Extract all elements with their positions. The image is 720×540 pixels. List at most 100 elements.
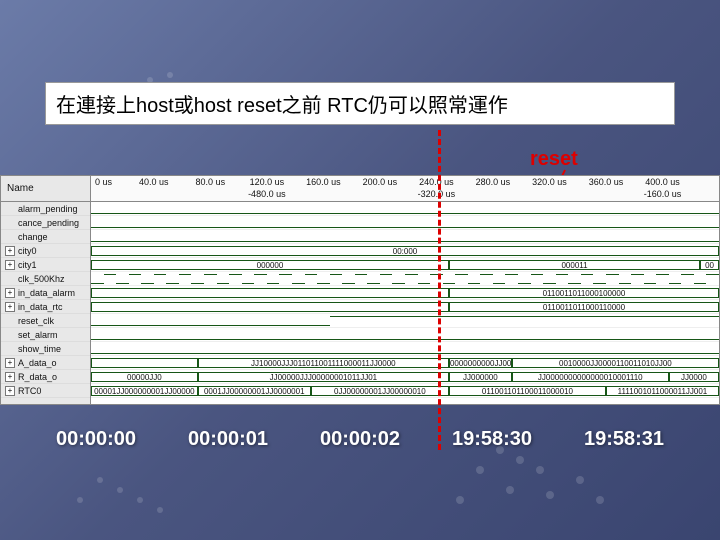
waveform-area: 0 us 40.0 us 80.0 us 120.0 us 160.0 us 200.0 … (91, 176, 719, 404)
time-tick: 200.0 us (363, 177, 398, 187)
time-tick: 360.0 us (589, 177, 624, 187)
bus-segment: JJ10000JJJ011011001111000011JJ0000 (198, 358, 449, 368)
reset-annotation: reset (530, 148, 578, 171)
signal-row[interactable]: +city1 (1, 258, 90, 272)
bus-segment: 0010000JJ0000110011010JJ00 (512, 358, 719, 368)
signal-label: cance_pending (18, 218, 79, 228)
bus-segment: 000000 (91, 260, 449, 270)
bus-segment (91, 302, 449, 312)
time-tick: 280.0 us (476, 177, 511, 187)
signal-label: set_alarm (18, 330, 58, 340)
time-tick: -480.0 us (248, 189, 286, 199)
signal-row[interactable]: +in_data_rtc (1, 300, 90, 314)
bus-segment: 011001101100011000010 (449, 386, 606, 396)
signal-label: R_data_o (18, 372, 57, 382)
signal-label: reset_clk (18, 316, 54, 326)
timestamp: 00:00:01 (188, 428, 268, 451)
wave-row (91, 202, 719, 216)
wave-row: 00000JJ0JJ00000JJJ00000001011JJ01JJ00000… (91, 370, 719, 384)
name-header: Name (1, 176, 90, 202)
signal-row[interactable]: set_alarm (1, 328, 90, 342)
signal-label: change (18, 232, 48, 242)
bus-segment: 00000JJ0 (91, 372, 198, 382)
timestamp: 00:00:00 (56, 428, 136, 451)
page-title: 在連接上host或host reset之前 RTC仍可以照常運作 (45, 82, 675, 125)
bus-segment: 1111001011000011JJ001 (606, 386, 719, 396)
signal-label: in_data_rtc (18, 302, 63, 312)
bus-segment (91, 288, 449, 298)
signal-row[interactable]: +A_data_o (1, 356, 90, 370)
time-tick: 160.0 us (306, 177, 341, 187)
expand-icon[interactable]: + (5, 386, 15, 396)
wave-row: 00000000001100 (91, 258, 719, 272)
bus-segment: 0110011011000110000 (449, 302, 719, 312)
bus-segment: 000011 (449, 260, 700, 270)
expand-icon[interactable]: + (5, 358, 15, 368)
bus-segment (91, 358, 198, 368)
timestamp: 00:00:02 (320, 428, 400, 451)
signal-row[interactable]: change (1, 230, 90, 244)
wave-row (91, 314, 719, 328)
signal-label: in_data_alarm (18, 288, 75, 298)
signal-row[interactable]: reset_clk (1, 314, 90, 328)
signal-label: clk_500Khz (18, 274, 65, 284)
wave-row (91, 328, 719, 342)
bus-segment: JJ000000 (449, 372, 512, 382)
signal-label: A_data_o (18, 358, 57, 368)
wave-row: JJ10000JJJ011011001111000011JJ0000000000… (91, 356, 719, 370)
signal-row[interactable]: +in_data_alarm (1, 286, 90, 300)
expand-icon[interactable]: + (5, 302, 15, 312)
signal-row[interactable]: alarm_pending (1, 202, 90, 216)
waveform-viewer: Name alarm_pendingcance_pendingchange+ci… (0, 175, 720, 405)
time-tick: 240.0 us (419, 177, 454, 187)
reset-divider-line (438, 130, 441, 450)
timestamp: 19:58:30 (452, 428, 532, 451)
time-tick: 0 us (95, 177, 112, 187)
signal-row[interactable]: +RTC0 (1, 384, 90, 398)
bus-segment: 00 (700, 260, 719, 270)
timestamp: 19:58:31 (584, 428, 664, 451)
time-tick: -160.0 us (644, 189, 682, 199)
wave-row: 0110011011000110000 (91, 300, 719, 314)
wave-row: 00001JJ000000001JJ000000001JJ00000001JJ0… (91, 384, 719, 398)
time-tick: 320.0 us (532, 177, 567, 187)
signal-row[interactable]: cance_pending (1, 216, 90, 230)
signal-label: city0 (18, 246, 37, 256)
time-ruler: 0 us 40.0 us 80.0 us 120.0 us 160.0 us 200.0 … (91, 176, 719, 202)
wave-row (91, 342, 719, 356)
signal-label: RTC0 (18, 386, 41, 396)
bus-segment: 0110011011000100000 (449, 288, 719, 298)
signal-label: city1 (18, 260, 37, 270)
expand-icon[interactable]: + (5, 372, 15, 382)
bus-segment: 00001JJ000000001JJ00000 (91, 386, 198, 396)
bus-segment: 00:000 (91, 246, 719, 256)
bus-segment: JJ0000 (669, 372, 719, 382)
expand-icon[interactable]: + (5, 288, 15, 298)
signal-row[interactable]: +city0 (1, 244, 90, 258)
wave-row (91, 272, 719, 286)
time-tick: -320.0 us (418, 189, 456, 199)
wave-row (91, 230, 719, 244)
signal-label: show_time (18, 344, 61, 354)
time-tick: 400.0 us (645, 177, 680, 187)
wave-row: 0110011011000100000 (91, 286, 719, 300)
waveform-rows: 00:000 00000000001100 0110011011000100000 0… (91, 202, 719, 404)
wave-row: 00:000 (91, 244, 719, 258)
bus-segment: JJ00000JJJ00000001011JJ01 (198, 372, 449, 382)
bus-segment: 0000000000JJ00000 (449, 358, 512, 368)
timestamp-labels: 00:00:00 00:00:01 00:00:02 19:58:30 19:5… (0, 428, 720, 451)
signal-label: alarm_pending (18, 204, 78, 214)
bus-segment: 0001JJ00000001JJ0000001 (198, 386, 311, 396)
expand-icon[interactable]: + (5, 246, 15, 256)
expand-icon[interactable]: + (5, 260, 15, 270)
bus-segment: JJ0000000000000010001110 (512, 372, 669, 382)
bus-segment: 0JJ00000001JJ00000010 (311, 386, 449, 396)
signal-row[interactable]: show_time (1, 342, 90, 356)
signal-row[interactable]: +R_data_o (1, 370, 90, 384)
time-tick: 120.0 us (250, 177, 285, 187)
signal-name-column: Name alarm_pendingcance_pendingchange+ci… (1, 176, 91, 404)
time-tick: 40.0 us (139, 177, 169, 187)
signal-row[interactable]: clk_500Khz (1, 272, 90, 286)
wave-row (91, 216, 719, 230)
time-tick: 80.0 us (196, 177, 226, 187)
